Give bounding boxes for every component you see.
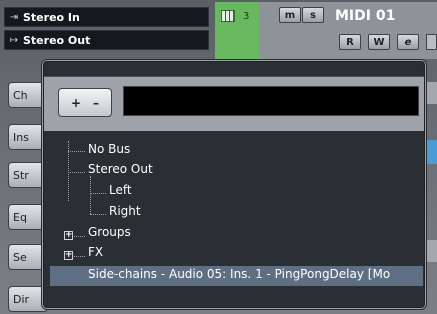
input-routing-field[interactable]: ⇥ Stereo In: [4, 7, 209, 27]
tree-item-fx[interactable]: FX: [88, 245, 103, 265]
popup-title-bar: [44, 62, 424, 77]
tree-connector: [68, 151, 85, 152]
input-arrow-icon: ⇥: [9, 11, 19, 23]
tree-item-side-chains[interactable]: Side-chains - Audio 05: Ins. 1 - PingPon…: [88, 267, 390, 287]
edit-button[interactable]: e: [397, 34, 419, 50]
tree-connector: [72, 236, 85, 237]
tree-connector: [72, 256, 85, 257]
edge-control[interactable]: [426, 34, 437, 50]
collapse-all-button[interactable]: –: [93, 96, 99, 110]
output-arrow-icon: ↦: [9, 34, 19, 46]
tree-item-no-bus[interactable]: No Bus: [88, 142, 130, 162]
tree-item-stereo-out[interactable]: Stereo Out: [88, 162, 153, 182]
bus-selector-popup: + – No Bus Stereo Out Left Right + Group…: [42, 60, 426, 309]
output-routing-label: Stereo Out: [23, 33, 91, 47]
filter-input[interactable]: [123, 86, 419, 116]
expand-groups-icon[interactable]: +: [64, 231, 73, 240]
track-number: 3: [243, 11, 250, 22]
track-color-strip[interactable]: 3: [215, 2, 259, 59]
output-routing-field[interactable]: ↦ Stereo Out: [4, 30, 209, 50]
tree-connector: [90, 193, 106, 194]
midi-keyboard-icon: [221, 10, 235, 22]
tree-item-left[interactable]: Left: [109, 183, 132, 203]
expand-fx-icon[interactable]: +: [64, 251, 73, 260]
tree-item-right[interactable]: Right: [109, 204, 141, 224]
bus-tree: No Bus Stereo Out Left Right + Groups + …: [44, 131, 424, 307]
tree-connector: [90, 214, 106, 215]
mute-button[interactable]: m: [279, 7, 301, 23]
track-name[interactable]: MIDI 01: [335, 8, 395, 24]
expand-collapse-buttons: + –: [58, 88, 112, 117]
tree-item-groups[interactable]: Groups: [88, 225, 131, 245]
tree-connector: [68, 172, 85, 173]
read-automation-button[interactable]: R: [339, 34, 361, 50]
solo-button[interactable]: s: [302, 7, 324, 23]
input-routing-label: Stereo In: [23, 10, 80, 24]
tree-connector: [68, 141, 69, 201]
expand-all-button[interactable]: +: [71, 96, 81, 110]
write-automation-button[interactable]: W: [368, 34, 390, 50]
